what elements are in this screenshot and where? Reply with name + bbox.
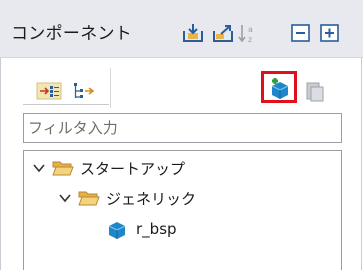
chevron-down-icon[interactable]	[58, 191, 72, 205]
folder-open-icon	[52, 161, 74, 176]
tree-node-label: スタートアップ	[80, 159, 186, 178]
component-cube-icon	[108, 222, 126, 239]
panel-border-right	[361, 58, 362, 270]
remove-component-icon[interactable]	[302, 79, 328, 103]
tree-node-startup[interactable]: スタートアップ	[32, 156, 185, 180]
folder-open-icon	[78, 191, 100, 206]
component-view-icon[interactable]	[36, 79, 62, 103]
svg-text:a: a	[248, 25, 253, 34]
hierarchy-view-icon[interactable]	[71, 79, 97, 103]
sort-icon[interactable]: a z	[236, 22, 260, 44]
expand-all-icon[interactable]	[318, 22, 342, 44]
view-header: コンポーネント a z	[0, 0, 363, 58]
component-tree: スタートアップ ジェネリック r_bsp	[23, 150, 342, 270]
collapse-all-icon[interactable]	[289, 22, 313, 44]
tree-node-label: ジェネリック	[106, 189, 197, 208]
toolbar-separator	[110, 68, 111, 108]
tree-node-label: r_bsp	[136, 220, 177, 238]
panel-border-left	[0, 58, 1, 270]
view-tabs-underline	[23, 104, 109, 105]
add-component-highlight	[261, 71, 297, 103]
tree-node-r-bsp[interactable]: r_bsp	[106, 217, 177, 241]
chevron-down-icon[interactable]	[32, 161, 46, 175]
export-icon[interactable]	[211, 22, 235, 44]
view-title: コンポーネント	[11, 24, 133, 44]
import-icon[interactable]	[181, 22, 205, 44]
tree-node-generic[interactable]: ジェネリック	[58, 186, 196, 210]
filter-field[interactable]	[23, 113, 342, 143]
svg-text:z: z	[248, 35, 252, 44]
filter-input[interactable]	[24, 114, 341, 142]
